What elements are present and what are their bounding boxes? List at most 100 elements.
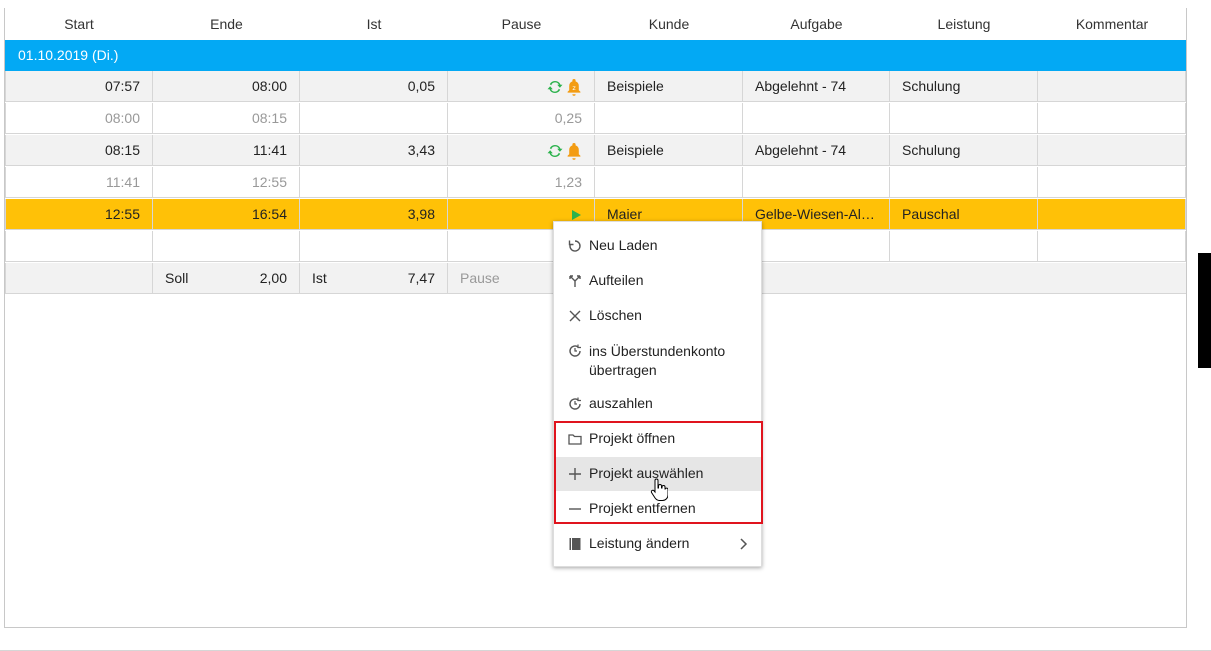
cell-ende[interactable]: 11:41	[153, 135, 300, 166]
cell-pause[interactable]	[448, 135, 595, 166]
cell-ende[interactable]	[153, 231, 300, 262]
chevron-right-icon	[740, 538, 748, 550]
cell-leistung[interactable]	[890, 103, 1038, 134]
cell-ist[interactable]	[300, 103, 448, 134]
cell-kommentar[interactable]	[1038, 199, 1186, 230]
split-icon	[569, 275, 581, 287]
cell-start[interactable]: 08:00	[5, 103, 153, 134]
col-header-aufgabe[interactable]: Aufgabe	[743, 8, 890, 40]
cell-ist[interactable]	[300, 231, 448, 262]
cell-start[interactable]	[5, 231, 153, 262]
hand-cursor-icon	[650, 478, 668, 501]
ist-label: Ist	[312, 270, 327, 286]
cell-start[interactable]: 07:57	[5, 71, 153, 102]
clock-refresh-icon	[569, 397, 581, 410]
side-feedback-tab[interactable]	[1198, 253, 1211, 368]
menu-item-label: ins Überstundenkonto übertragen	[589, 343, 726, 378]
col-header-ende[interactable]: Ende	[153, 8, 300, 40]
menu-item-neu-laden[interactable]: Neu Laden	[554, 230, 761, 262]
cell-leistung[interactable]: Schulung	[890, 135, 1038, 166]
cell-ende[interactable]: 08:15	[153, 103, 300, 134]
cell-start[interactable]: 11:41	[5, 167, 153, 198]
table-row[interactable]: 07:57 08:00 0,05 z Beispiele Abgelehnt -…	[5, 71, 1186, 102]
ist-value: 7,47	[407, 270, 435, 286]
soll-value: 2,00	[259, 270, 287, 286]
bell-icon[interactable]	[566, 142, 582, 161]
menu-item-ueberstundenkonto[interactable]: ins Überstundenkonto übertragen	[554, 335, 761, 385]
cell-leistung[interactable]: Pauschal	[890, 199, 1038, 230]
cell-aufgabe[interactable]	[743, 231, 890, 262]
menu-item-label: Löschen	[589, 307, 642, 323]
clock-refresh-icon	[569, 344, 581, 357]
cell-kommentar[interactable]	[1038, 135, 1186, 166]
cell-aufgabe[interactable]: Gelbe-Wiesen-Allee	[743, 199, 890, 230]
menu-item-label: Aufteilen	[589, 272, 644, 288]
cell-kunde[interactable]: Beispiele	[595, 71, 743, 102]
cell-kommentar[interactable]	[1038, 71, 1186, 102]
col-header-leistung[interactable]: Leistung	[890, 8, 1038, 40]
col-header-pause[interactable]: Pause	[448, 8, 595, 40]
table-row[interactable]: 11:41 12:55 1,23	[5, 167, 1186, 198]
cell-ist[interactable]: 0,05	[300, 71, 448, 102]
col-header-kommentar[interactable]: Kommentar	[1038, 8, 1186, 40]
cell-start[interactable]: 08:15	[5, 135, 153, 166]
cell-kunde[interactable]: Beispiele	[595, 135, 743, 166]
sync-icon[interactable]	[546, 78, 564, 96]
cell-kommentar[interactable]	[1038, 167, 1186, 198]
cell-ist[interactable]	[300, 167, 448, 198]
cell-kunde[interactable]	[595, 167, 743, 198]
col-header-start[interactable]: Start	[5, 8, 153, 40]
bell-icon[interactable]: z	[566, 78, 582, 97]
col-header-kunde[interactable]: Kunde	[595, 8, 743, 40]
summary-empty-cell	[5, 263, 153, 294]
col-header-ist[interactable]: Ist	[300, 8, 448, 40]
cell-ist[interactable]: 3,43	[300, 135, 448, 166]
cell-leistung[interactable]	[890, 231, 1038, 262]
minus-icon	[569, 508, 581, 510]
cell-pause[interactable]: 0,25	[448, 103, 595, 134]
cell-aufgabe[interactable]	[743, 167, 890, 198]
cell-ende[interactable]: 16:54	[153, 199, 300, 230]
cell-pause[interactable]: 1,23	[448, 167, 595, 198]
pause-label: Pause	[460, 270, 500, 286]
date-group-label: 01.10.2019 (Di.)	[18, 47, 119, 63]
cell-ist[interactable]: 3,98	[300, 199, 448, 230]
cell-leistung[interactable]: Schulung	[890, 71, 1038, 102]
cell-kunde[interactable]	[595, 103, 743, 134]
cell-pause[interactable]: z	[448, 71, 595, 102]
cell-leistung[interactable]	[890, 167, 1038, 198]
cell-kommentar[interactable]	[1038, 231, 1186, 262]
reload-icon	[568, 240, 581, 252]
plus-icon	[569, 468, 581, 480]
folder-icon	[568, 434, 582, 445]
menu-item-label: Projekt auswählen	[589, 465, 704, 481]
cell-ende[interactable]: 12:55	[153, 167, 300, 198]
menu-item-leistung-aendern[interactable]: Leistung ändern	[554, 528, 761, 560]
cell-aufgabe[interactable]: Abgelehnt - 74	[743, 71, 890, 102]
menu-item-label: Leistung ändern	[589, 535, 690, 551]
cell-ende[interactable]: 08:00	[153, 71, 300, 102]
context-menu: Neu Laden Aufteilen Löschen ins Überstun…	[553, 221, 762, 567]
book-icon	[569, 538, 581, 550]
menu-item-aufteilen[interactable]: Aufteilen	[554, 265, 761, 297]
cell-start[interactable]: 12:55	[5, 199, 153, 230]
menu-item-label: auszahlen	[589, 395, 653, 411]
table-header: Start Ende Ist Pause Kunde Aufgabe Leist…	[5, 8, 1186, 40]
cell-aufgabe[interactable]	[743, 103, 890, 134]
menu-item-projekt-oeffnen[interactable]: Projekt öffnen	[554, 423, 761, 455]
table-row[interactable]: 08:00 08:15 0,25	[5, 103, 1186, 134]
sync-icon[interactable]	[546, 142, 564, 160]
cell-kommentar[interactable]	[1038, 103, 1186, 134]
table-row[interactable]: 08:15 11:41 3,43 Beispiele Abgelehnt - 7…	[5, 135, 1186, 166]
close-icon	[569, 310, 581, 322]
date-group-header[interactable]: 01.10.2019 (Di.)	[5, 40, 1186, 71]
menu-item-auszahlen[interactable]: auszahlen	[554, 388, 761, 420]
menu-item-label: Projekt öffnen	[589, 430, 676, 446]
play-icon[interactable]	[570, 209, 582, 221]
summary-ist-cell: Ist 7,47	[300, 263, 448, 294]
soll-label: Soll	[165, 270, 189, 286]
menu-item-label: Neu Laden	[589, 237, 658, 253]
menu-item-loeschen[interactable]: Löschen	[554, 300, 761, 332]
cell-aufgabe[interactable]: Abgelehnt - 74	[743, 135, 890, 166]
summary-soll-cell: Soll 2,00	[153, 263, 300, 294]
